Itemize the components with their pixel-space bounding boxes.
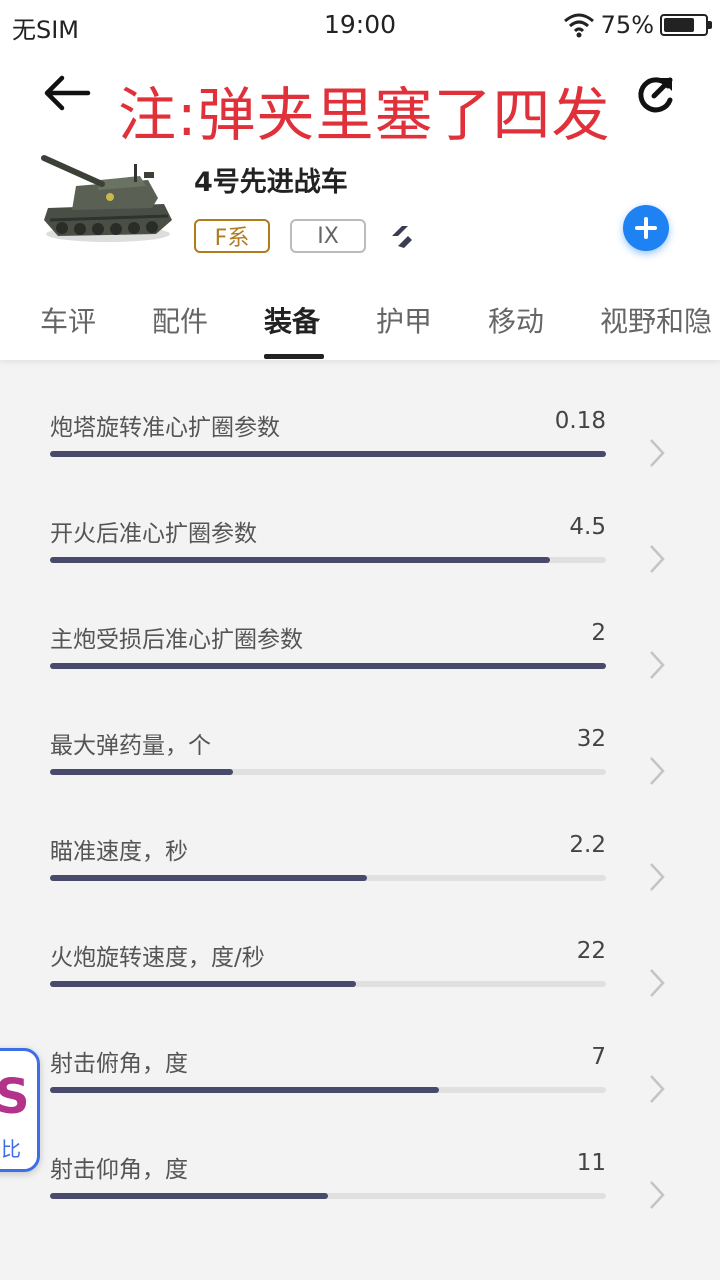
stat-value: 22 bbox=[576, 938, 606, 964]
tab-parts[interactable]: 配件 bbox=[152, 300, 208, 340]
header-panel: 无SIM 19:00 75% 注:弹夹里塞了四发 4号先进战车 F系 IX 车评… bbox=[0, 0, 720, 360]
stat-bar-track bbox=[50, 451, 606, 457]
tier-badge: IX bbox=[290, 219, 366, 253]
stat-label: 主炮受损后准心扩圈参数 bbox=[50, 627, 303, 653]
tab-armor[interactable]: 护甲 bbox=[376, 300, 432, 340]
floating-compare-badge[interactable]: S 比 bbox=[0, 1048, 40, 1172]
stat-label: 射击仰角，度 bbox=[50, 1157, 188, 1183]
nation-badge: F系 bbox=[194, 219, 270, 253]
badge-letter: S bbox=[0, 1069, 30, 1125]
battery-icon bbox=[660, 14, 712, 36]
stat-label: 火炮旋转速度，度/秒 bbox=[50, 945, 265, 971]
stat-bar-fill bbox=[50, 981, 356, 987]
stat-row[interactable]: 火炮旋转速度，度/秒 22 bbox=[0, 900, 720, 1006]
status-bar: 无SIM 19:00 75% bbox=[0, 0, 720, 50]
chevron-right-icon bbox=[650, 1181, 665, 1209]
add-compare-button[interactable] bbox=[623, 205, 669, 251]
stat-row[interactable]: 射击俯角，度 7 bbox=[0, 1006, 720, 1112]
stat-bar-track bbox=[50, 1193, 606, 1199]
back-arrow-icon[interactable] bbox=[40, 70, 92, 116]
stat-bar-fill bbox=[50, 663, 606, 669]
stat-value: 2.2 bbox=[569, 832, 606, 858]
stat-value: 7 bbox=[591, 1044, 606, 1070]
chevron-right-icon bbox=[650, 1075, 665, 1103]
battery-fill bbox=[664, 18, 694, 32]
stat-value: 32 bbox=[576, 726, 606, 752]
tab-mobility[interactable]: 移动 bbox=[488, 300, 544, 340]
stat-row[interactable]: 最大弹药量，个 32 bbox=[0, 688, 720, 794]
stat-bar-track bbox=[50, 981, 606, 987]
stat-label: 开火后准心扩圈参数 bbox=[50, 521, 257, 547]
tank-class-icon bbox=[392, 226, 412, 248]
tab-bar: 车评 配件 装备 护甲 移动 视野和隐 bbox=[0, 290, 720, 360]
stat-bar-track bbox=[50, 557, 606, 563]
stat-label: 炮塔旋转准心扩圈参数 bbox=[50, 415, 280, 441]
stat-bar-fill bbox=[50, 1087, 440, 1093]
tank-name: 4号先进战车 bbox=[194, 167, 348, 198]
active-tab-indicator bbox=[264, 354, 324, 359]
tab-equipment[interactable]: 装备 bbox=[264, 300, 320, 340]
stat-bar-track bbox=[50, 875, 606, 881]
stat-bar-fill bbox=[50, 769, 234, 775]
stat-label: 射击俯角，度 bbox=[50, 1051, 188, 1077]
stat-bar-track bbox=[50, 663, 606, 669]
chevron-right-icon bbox=[650, 651, 665, 679]
stat-value: 11 bbox=[576, 1150, 606, 1176]
stat-row[interactable]: 开火后准心扩圈参数 4.5 bbox=[0, 476, 720, 582]
stat-bar-fill bbox=[50, 875, 367, 881]
stat-bar-fill bbox=[50, 451, 606, 457]
tab-review[interactable]: 车评 bbox=[40, 300, 96, 340]
chevron-right-icon bbox=[650, 757, 665, 785]
stat-value: 4.5 bbox=[569, 514, 606, 540]
stat-row[interactable]: 炮塔旋转准心扩圈参数 0.18 bbox=[0, 370, 720, 476]
badge-text: 比 bbox=[1, 1137, 21, 1161]
stat-value: 2 bbox=[591, 620, 606, 646]
battery-percent: 75% bbox=[600, 11, 654, 39]
stat-label: 瞄准速度，秒 bbox=[50, 839, 188, 865]
tank-image bbox=[41, 155, 172, 242]
stats-list: 炮塔旋转准心扩圈参数 0.18 开火后准心扩圈参数 4.5 主炮受损后准心扩圈参… bbox=[0, 370, 720, 1218]
annotation-note: 注:弹夹里塞了四发 bbox=[118, 81, 611, 149]
chevron-right-icon bbox=[650, 545, 665, 573]
stat-bar-fill bbox=[50, 1193, 328, 1199]
status-right: 75% bbox=[563, 10, 712, 40]
stat-bar-track bbox=[50, 1087, 606, 1093]
add-icon bbox=[635, 217, 657, 239]
chevron-right-icon bbox=[650, 969, 665, 997]
stat-row[interactable]: 射击仰角，度 11 bbox=[0, 1112, 720, 1218]
share-icon[interactable] bbox=[632, 70, 680, 118]
stat-label: 最大弹药量，个 bbox=[50, 733, 211, 759]
chevron-right-icon bbox=[650, 439, 665, 467]
stat-row[interactable]: 瞄准速度，秒 2.2 bbox=[0, 794, 720, 900]
tab-view-camo[interactable]: 视野和隐 bbox=[600, 300, 712, 340]
wifi-icon bbox=[563, 13, 594, 38]
chevron-right-icon bbox=[650, 863, 665, 891]
stat-bar-track bbox=[50, 769, 606, 775]
stat-row[interactable]: 主炮受损后准心扩圈参数 2 bbox=[0, 582, 720, 688]
stat-value: 0.18 bbox=[554, 408, 606, 434]
stat-bar-fill bbox=[50, 557, 551, 563]
